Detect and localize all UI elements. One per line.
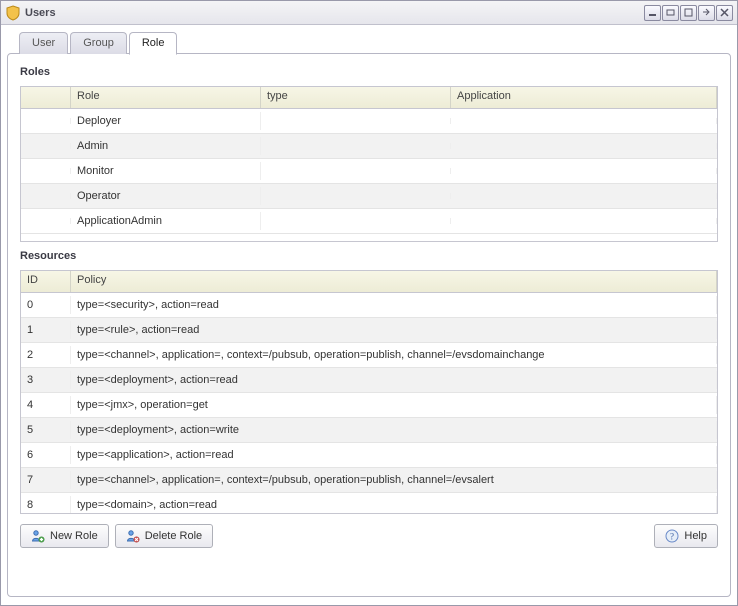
table-row[interactable]: Operator <box>21 184 717 209</box>
table-cell: 5 <box>21 421 71 439</box>
table-row[interactable]: ApplicationAdmin <box>21 209 717 234</box>
table-cell: 4 <box>21 396 71 414</box>
table-cell: 6 <box>21 446 71 464</box>
table-cell: ApplicationAdmin <box>71 212 261 230</box>
tab-role[interactable]: Role <box>129 32 178 55</box>
users-window: Users User Group Role Roles Role type Ap… <box>0 0 738 606</box>
help-button[interactable]: ? Help <box>654 524 718 548</box>
roles-col-type[interactable]: type <box>261 87 451 108</box>
tab-strip: User Group Role <box>7 31 731 53</box>
table-row[interactable]: 3type=<deployment>, action=read <box>21 368 717 393</box>
roles-grid-header: Role type Application <box>21 87 717 109</box>
table-row[interactable]: 2type=<channel>, application=, context=/… <box>21 343 717 368</box>
table-cell: type=<channel>, application=, context=/p… <box>71 471 717 489</box>
table-cell: 0 <box>21 296 71 314</box>
table-cell: type=<security>, action=read <box>71 296 717 314</box>
resources-section-label: Resources <box>20 248 718 264</box>
table-cell: 1 <box>21 321 71 339</box>
roles-col-role[interactable]: Role <box>71 87 261 108</box>
action-bar: New Role Delete Role ? Help <box>20 520 718 548</box>
table-cell: type=<domain>, action=read <box>71 496 717 513</box>
window-controls <box>644 5 733 21</box>
table-cell <box>21 218 71 224</box>
add-user-icon <box>31 529 45 543</box>
table-cell: type=<jmx>, operation=get <box>71 396 717 414</box>
table-cell <box>261 118 451 124</box>
table-cell: Operator <box>71 187 261 205</box>
resources-grid-body[interactable]: 0type=<security>, action=read1type=<rule… <box>21 293 717 513</box>
table-row[interactable]: 4type=<jmx>, operation=get <box>21 393 717 418</box>
table-cell <box>261 218 451 224</box>
table-row[interactable]: 8type=<domain>, action=read <box>21 493 717 513</box>
svg-text:?: ? <box>670 532 674 542</box>
table-row[interactable]: 5type=<deployment>, action=write <box>21 418 717 443</box>
table-cell <box>451 143 717 149</box>
delete-role-button[interactable]: Delete Role <box>115 524 213 548</box>
restore-button[interactable] <box>662 5 679 21</box>
table-cell: type=<rule>, action=read <box>71 321 717 339</box>
table-cell: type=<channel>, application=, context=/p… <box>71 346 717 364</box>
table-row[interactable]: 0type=<security>, action=read <box>21 293 717 318</box>
role-panel: Roles Role type Application Deployer Admi… <box>7 53 731 597</box>
table-cell <box>261 168 451 174</box>
titlebar: Users <box>1 1 737 25</box>
roles-col-blank[interactable] <box>21 87 71 108</box>
tab-user[interactable]: User <box>19 32 68 54</box>
resources-grid-header: ID Policy <box>21 271 717 293</box>
table-cell <box>451 193 717 199</box>
shield-icon <box>5 5 21 21</box>
table-cell <box>261 193 451 199</box>
table-cell <box>21 118 71 124</box>
roles-col-application[interactable]: Application <box>451 87 717 108</box>
table-cell <box>21 193 71 199</box>
table-cell: type=<application>, action=read <box>71 446 717 464</box>
table-cell: type=<deployment>, action=write <box>71 421 717 439</box>
roles-grid-body[interactable]: Deployer Admin Monitor Operator ApplicationA… <box>21 109 717 241</box>
table-cell: 8 <box>21 496 71 513</box>
roles-section-label: Roles <box>20 64 718 80</box>
table-cell <box>451 218 717 224</box>
table-row[interactable]: 6type=<application>, action=read <box>21 443 717 468</box>
table-row[interactable]: 1type=<rule>, action=read <box>21 318 717 343</box>
roles-grid: Role type Application Deployer Admin Monit… <box>20 86 718 242</box>
help-label: Help <box>684 530 707 542</box>
table-row[interactable]: Deployer <box>21 109 717 134</box>
help-icon: ? <box>665 529 679 543</box>
tab-group[interactable]: Group <box>70 32 127 54</box>
table-row[interactable]: Monitor <box>21 159 717 184</box>
content-area: User Group Role Roles Role type Applicat… <box>1 25 737 605</box>
window-title: Users <box>25 7 640 19</box>
table-cell: 7 <box>21 471 71 489</box>
resources-col-id[interactable]: ID <box>21 271 71 292</box>
maximize-button[interactable] <box>680 5 697 21</box>
resources-grid: ID Policy 0type=<security>, action=read1… <box>20 270 718 514</box>
table-cell <box>451 168 717 174</box>
minimize-button[interactable] <box>644 5 661 21</box>
table-row[interactable]: Admin <box>21 134 717 159</box>
resources-col-policy[interactable]: Policy <box>71 271 717 292</box>
table-row[interactable]: 7type=<channel>, application=, context=/… <box>21 468 717 493</box>
new-role-button[interactable]: New Role <box>20 524 109 548</box>
close-button[interactable] <box>716 5 733 21</box>
delete-user-icon <box>126 529 140 543</box>
table-cell <box>451 118 717 124</box>
table-cell <box>261 143 451 149</box>
table-cell: type=<deployment>, action=read <box>71 371 717 389</box>
table-cell: Admin <box>71 137 261 155</box>
table-cell: Deployer <box>71 112 261 130</box>
delete-role-label: Delete Role <box>145 530 202 542</box>
table-cell: 2 <box>21 346 71 364</box>
table-cell: 3 <box>21 371 71 389</box>
table-cell: Monitor <box>71 162 261 180</box>
table-cell <box>21 143 71 149</box>
new-role-label: New Role <box>50 530 98 542</box>
table-cell <box>21 168 71 174</box>
detach-button[interactable] <box>698 5 715 21</box>
